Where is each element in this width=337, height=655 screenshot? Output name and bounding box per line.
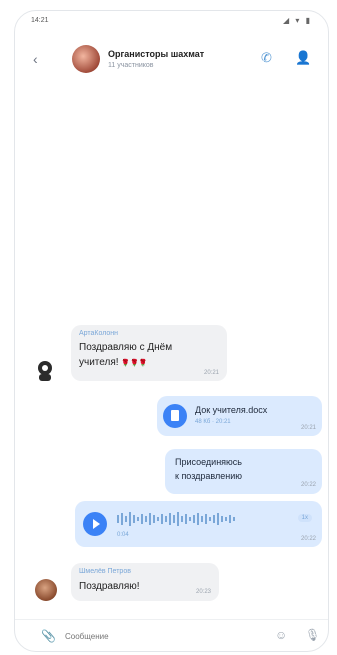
emoji-text: 🌹🌹🌹 <box>121 360 148 367</box>
message-text: учителя! <box>79 357 119 368</box>
chat-title[interactable]: Органисторы шахмат <box>108 49 204 59</box>
message-author[interactable]: АртаКолонн <box>79 330 118 337</box>
speed-button[interactable]: 1x <box>297 514 312 522</box>
message-time: 20:22 <box>300 482 316 488</box>
message-author[interactable]: Шмелёв Петров <box>79 568 131 575</box>
message-input[interactable] <box>63 627 257 645</box>
status-time: 14:21 <box>31 17 49 24</box>
group-avatar[interactable] <box>72 45 100 73</box>
chat-subtitle: 11 участников <box>108 62 154 69</box>
message-time: 20:21 <box>300 425 316 431</box>
document-icon[interactable] <box>163 404 187 428</box>
status-icons: ◢ ▾ ▮ <box>282 16 312 25</box>
phone-frame: 14:21 ◢ ▾ ▮ ‹ Органисторы шахмат 11 учас… <box>14 10 329 652</box>
add-user-icon[interactable]: 👤 <box>295 50 311 66</box>
phone-icon[interactable]: ✆ <box>261 50 272 66</box>
message-input-bar: 📎 ☺ 🎙 <box>15 619 328 651</box>
message-bubble-incoming[interactable]: Шмелёв Петров Поздравляю! 20:23 <box>71 563 219 601</box>
play-icon[interactable] <box>83 512 107 536</box>
message-text: Присоединяюсь <box>175 457 242 467</box>
avatar[interactable] <box>35 359 55 381</box>
message-text: Поздравляю с Днём <box>79 342 173 353</box>
message-text: Поздравляю! <box>79 581 140 592</box>
microphone-icon[interactable]: 🎙 <box>305 628 320 642</box>
message-bubble-outgoing[interactable]: Присоединяюсь к поздравлению 20:22 <box>165 449 322 494</box>
message-bubble-incoming[interactable]: АртаКолонн Поздравляю с Днём учителя! 🌹🌹… <box>71 325 227 381</box>
waveform[interactable] <box>117 511 267 527</box>
message-time: 20:23 <box>195 589 211 595</box>
back-arrow-icon[interactable]: ‹ <box>33 51 38 67</box>
message-text: к поздравлению <box>175 471 242 481</box>
file-meta: 48 Кб · 20:21 <box>195 419 231 425</box>
voice-duration: 0:04 <box>117 532 129 538</box>
status-bar: 14:21 ◢ ▾ ▮ <box>15 11 328 31</box>
file-name[interactable]: Док учителя.docx <box>195 405 267 415</box>
chat-header: ‹ Органисторы шахмат 11 участников ✆ 👤 <box>15 33 328 83</box>
sticker-icon[interactable]: ☺ <box>275 628 287 642</box>
avatar[interactable] <box>35 579 57 601</box>
paperclip-icon[interactable]: 📎 <box>41 629 56 643</box>
message-time: 20:21 <box>203 370 219 376</box>
message-time: 20:22 <box>300 536 316 542</box>
voice-message[interactable]: 0:04 1x 20:22 <box>75 501 322 547</box>
message-bubble-outgoing[interactable]: Док учителя.docx 48 Кб · 20:21 20:21 <box>157 396 322 436</box>
